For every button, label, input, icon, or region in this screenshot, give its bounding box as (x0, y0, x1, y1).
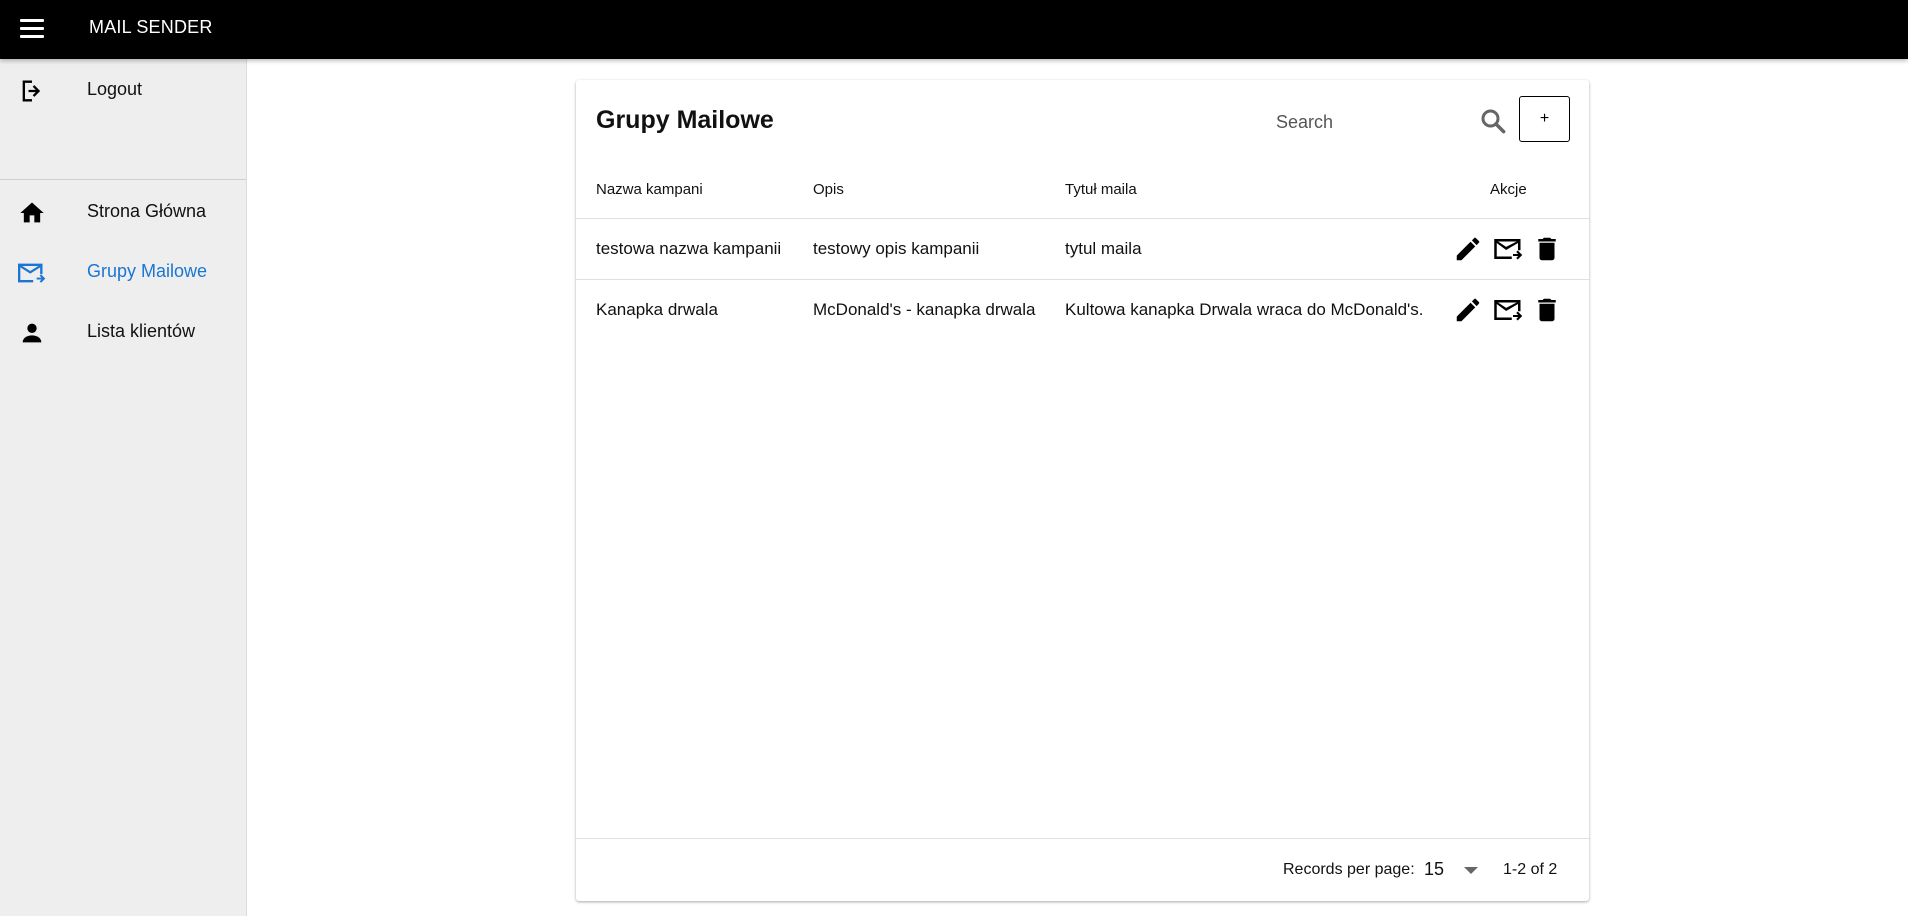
cell-description: testowy opis kampanii (813, 239, 980, 258)
sidebar: Logout Strona Główna Grupy Mailowe Lista… (0, 59, 247, 916)
table-row: testowa nazwa kampanii testowy opis kamp… (576, 218, 1589, 279)
add-button[interactable]: + (1519, 96, 1570, 142)
search-input[interactable] (1276, 105, 1456, 139)
sidebar-item-label: Strona Główna (87, 200, 207, 221)
records-per-page-value: 15 (1424, 859, 1445, 879)
send-mail-icon[interactable] (1493, 234, 1523, 264)
delete-icon[interactable] (1532, 234, 1562, 264)
page-title: Grupy Mailowe (596, 106, 774, 134)
home-icon (20, 202, 44, 223)
sidebar-divider (0, 179, 246, 180)
column-header-name[interactable]: Nazwa kampani (596, 181, 703, 198)
sidebar-item-home[interactable]: Strona Główna (0, 181, 246, 241)
table-row: Kanapka drwala McDonald's - kanapka drwa… (576, 279, 1589, 340)
column-header-actions: Akcje (1490, 181, 1527, 198)
column-header-subject[interactable]: Tytuł maila (1065, 181, 1137, 198)
records-per-page-label: Records per page: (1283, 861, 1415, 878)
cell-name: Kanapka drwala (596, 300, 718, 319)
app-title: MAIL SENDER (89, 17, 213, 37)
sidebar-item-label: Lista klientów (87, 320, 196, 341)
person-icon (22, 323, 42, 343)
hamburger-menu-icon[interactable] (20, 15, 46, 41)
delete-icon[interactable] (1532, 295, 1562, 325)
edit-icon[interactable] (1453, 295, 1483, 325)
pagination-range: 1-2 of 2 (1503, 861, 1558, 878)
sidebar-item-clients[interactable]: Lista klientów (0, 301, 246, 361)
sidebar-item-mail-groups[interactable]: Grupy Mailowe (0, 241, 246, 301)
cell-subject: tytul maila (1065, 239, 1142, 258)
send-mail-icon[interactable] (1493, 295, 1523, 325)
sidebar-item-label: Logout (87, 78, 143, 99)
sidebar-item-label: Grupy Mailowe (87, 260, 208, 281)
mail-forward-icon (18, 263, 46, 283)
logout-icon (22, 80, 41, 102)
cell-name: testowa nazwa kampanii (596, 239, 782, 258)
app-bar: MAIL SENDER (0, 0, 1908, 59)
table-footer-divider (576, 838, 1589, 839)
dropdown-arrow-icon (1464, 867, 1478, 874)
column-header-description[interactable]: Opis (813, 181, 844, 198)
edit-icon[interactable] (1453, 234, 1483, 264)
cell-description: McDonald's - kanapka drwala (813, 300, 1036, 319)
records-per-page-select[interactable]: 15 (1424, 856, 1484, 884)
search-icon[interactable] (1478, 106, 1508, 136)
cell-subject: Kultowa kanapka Drwala wraca do McDonald… (1065, 300, 1424, 319)
sidebar-item-logout[interactable]: Logout (0, 59, 246, 119)
mail-groups-card: Grupy Mailowe + Nazwa kampani Opis Tytuł… (576, 80, 1589, 901)
